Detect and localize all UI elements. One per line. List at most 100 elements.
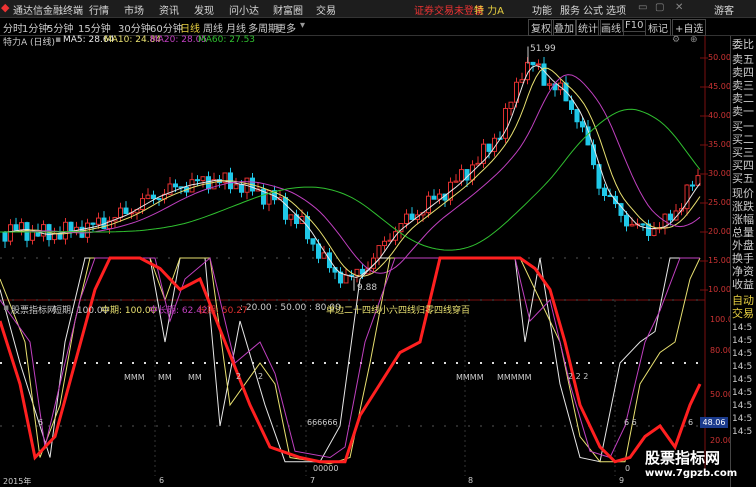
sidebar-label: 换手: [732, 252, 754, 265]
sidebar-auto[interactable]: 自动: [732, 294, 754, 307]
candle-body: [343, 274, 349, 284]
candle-body: [690, 184, 695, 187]
trade-time: 14:5: [732, 362, 753, 372]
period-week[interactable]: 周线: [203, 20, 223, 35]
sidebar-trade[interactable]: 交易: [732, 307, 754, 320]
short-term-line: [0, 257, 700, 463]
period-30min[interactable]: 30分钟: [118, 20, 151, 35]
ma10-line: [0, 67, 701, 277]
menu-hangqing[interactable]: 行情: [89, 2, 109, 17]
signal-label: MMMMM: [497, 373, 532, 382]
close-icon[interactable]: ✕: [675, 2, 683, 13]
candle-body: [602, 187, 607, 196]
candlesticks: [2, 46, 701, 291]
candle-body: [195, 179, 200, 182]
sidebar-label: 卖三: [732, 79, 754, 92]
restore-icon[interactable]: ▢: [655, 2, 664, 13]
draw-button[interactable]: 画线: [598, 19, 624, 36]
candle-body: [536, 63, 541, 66]
menu-bar: ◆ 通达信金融终端 行情 市场 资讯 发现 问小达 财富圈 交易 证券交易未登录…: [0, 0, 756, 18]
trade-time: 14:5: [732, 375, 753, 385]
add-watchlist-button[interactable]: +自选: [672, 19, 707, 36]
sidebar-label: 买二: [732, 133, 754, 146]
chevron-down-icon[interactable]: ▾: [300, 20, 305, 31]
menu-fuwu[interactable]: 服务: [560, 2, 580, 17]
candle-body: [426, 195, 431, 214]
indicator-settings-icon[interactable]: ▪: [3, 303, 9, 313]
menu-wenxiaoda[interactable]: 问小达: [229, 2, 259, 17]
menu-gongneng[interactable]: 功能: [532, 2, 552, 17]
overlay-button[interactable]: 叠加: [551, 19, 577, 36]
watermark: 股票指标网 www.7gpzb.com: [645, 447, 737, 483]
price-tick: 25.00: [708, 198, 731, 207]
sidebar-label: 买三: [732, 146, 754, 159]
signal-label: 6: [688, 418, 694, 427]
period-multi[interactable]: 多周期: [248, 20, 278, 35]
signal-four-small-six: 四线小六: [362, 306, 399, 316]
menu-caifuquan[interactable]: 财富圈: [273, 2, 303, 17]
menu-zixun[interactable]: 资讯: [159, 2, 179, 17]
candle-body: [8, 224, 13, 242]
candle-body: [2, 231, 8, 242]
candle-body: [453, 180, 459, 183]
sidebar-label: 涨幅: [732, 213, 754, 226]
candle-body: [376, 245, 382, 259]
candle-body: [404, 213, 409, 225]
signal-label: 2: [258, 372, 264, 381]
chart-grid: [0, 36, 708, 476]
trade-time: 14:5: [732, 388, 753, 398]
sidebar-label: 现价: [732, 187, 754, 200]
candle-body: [156, 198, 162, 201]
candle-body: [151, 194, 156, 200]
signal-label: 2 2 2: [568, 372, 589, 381]
guest-label[interactable]: 游客: [714, 2, 734, 17]
menu-shichang[interactable]: 市场: [124, 2, 144, 17]
candle-body: [574, 108, 580, 123]
signal-label: MM: [158, 373, 172, 382]
period-5min[interactable]: 5分钟: [47, 20, 73, 35]
menu-gongshi[interactable]: 公式: [583, 2, 603, 17]
period-60min[interactable]: 60分钟: [150, 20, 183, 35]
candle-body: [580, 121, 585, 128]
candle-body: [189, 179, 195, 193]
candle-body: [68, 221, 74, 232]
trade-time: 14:5: [732, 414, 753, 424]
candle-body: [541, 63, 547, 86]
candle-body: [431, 195, 437, 200]
candle-body: [382, 240, 387, 247]
price-tick: 50.00: [708, 53, 731, 62]
candle-body: [310, 238, 316, 245]
f10-button[interactable]: F10: [622, 19, 647, 32]
period-more[interactable]: 更多: [276, 20, 296, 35]
indicator-name: 股票指标网: [11, 306, 57, 316]
period-month[interactable]: 月线: [226, 20, 246, 35]
candle-body: [13, 224, 19, 231]
date-tick: 2015年: [3, 477, 32, 486]
mid-long-term-line: [0, 257, 700, 459]
candle-body: [19, 222, 24, 231]
menu-xuanxiang[interactable]: 选项: [606, 2, 626, 17]
menu-jiaoyi[interactable]: 交易: [316, 2, 336, 17]
sidebar-label: 买一: [732, 120, 754, 133]
chart-area[interactable]: [0, 36, 731, 476]
price-tick: 15.00: [708, 256, 731, 265]
candle-body: [118, 207, 123, 219]
price-tick: 10.00: [708, 285, 731, 294]
price-tick: 30.00: [708, 169, 731, 178]
period-day[interactable]: 日线: [180, 20, 200, 35]
period-15min[interactable]: 15分钟: [78, 20, 111, 35]
period-1min[interactable]: 1分钟: [22, 20, 48, 35]
trade-time: 14:5: [732, 349, 753, 359]
menu-faxian[interactable]: 发现: [194, 2, 214, 17]
candle-body: [530, 61, 536, 66]
price-tick: 35.00: [708, 140, 731, 149]
signal-label: 2: [236, 372, 242, 381]
mark-button[interactable]: 标记: [645, 19, 671, 36]
candle-body: [409, 213, 415, 220]
date-tick: 6: [159, 476, 165, 485]
candle-body: [173, 183, 178, 188]
candle-body: [316, 243, 321, 259]
minimize-icon[interactable]: ▭: [638, 2, 647, 13]
long-term-line: [0, 256, 702, 464]
period-fenshi[interactable]: 分时: [3, 20, 23, 35]
